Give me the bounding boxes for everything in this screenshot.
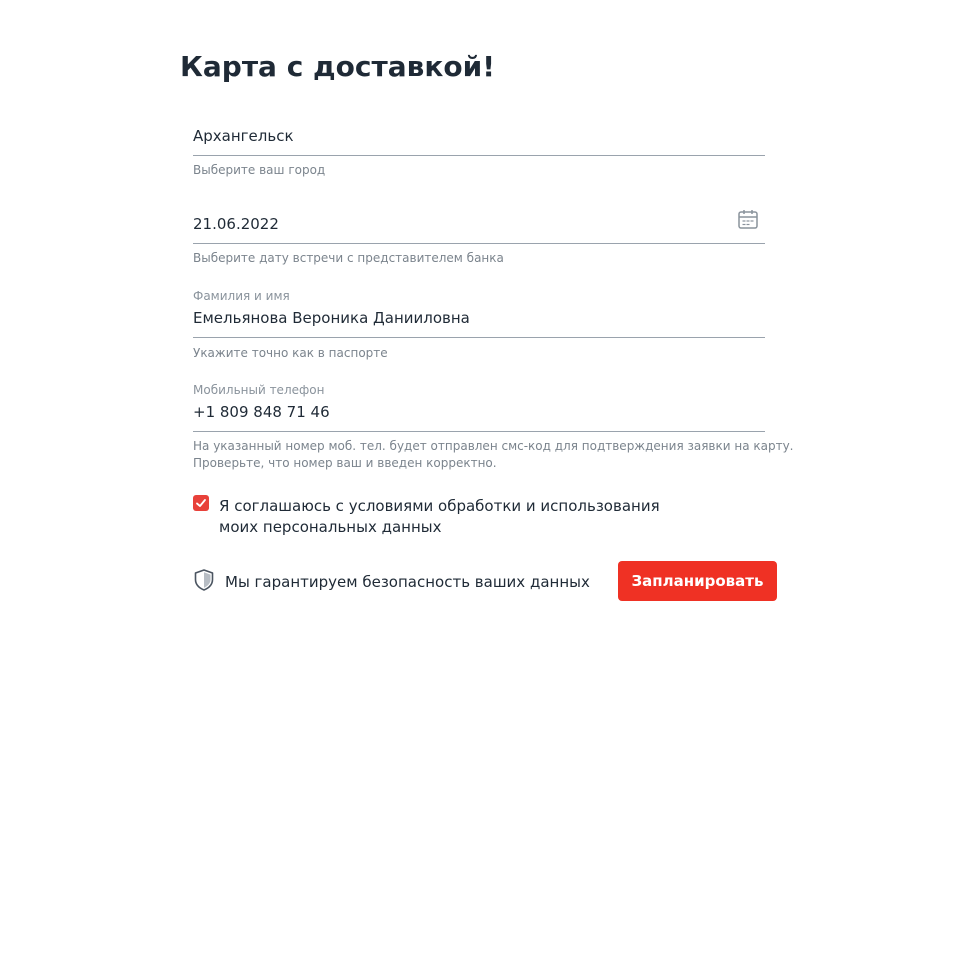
consent-label[interactable]: Я соглашаюсь с условиями обработки и исп… — [219, 496, 693, 538]
shield-icon — [193, 568, 215, 596]
date-value: 21.06.2022 — [193, 215, 279, 233]
phone-hint-line-2: Проверьте, что номер ваш и введен коррек… — [193, 456, 497, 470]
security-note: Мы гарантируем безопасность ваших данных — [193, 568, 590, 596]
name-hint: Укажите точно как в паспорте — [193, 346, 388, 360]
phone-label: Мобильный телефон — [193, 383, 325, 397]
name-field[interactable]: Фамилия и имя Емельянова Вероника Даниил… — [193, 289, 765, 338]
phone-hint-line-1: На указанный номер моб. тел. будет отпра… — [193, 439, 794, 453]
checkmark-icon — [196, 499, 206, 507]
phone-hint: На указанный номер моб. тел. будет отпра… — [193, 438, 794, 472]
date-field[interactable]: 21.06.2022 — [193, 202, 765, 244]
schedule-button[interactable]: Запланировать — [618, 561, 777, 601]
phone-value: +1 809 848 71 46 — [193, 403, 330, 421]
city-value: Архангельск — [193, 127, 294, 145]
city-field[interactable]: Архангельск — [193, 114, 765, 156]
city-hint: Выберите ваш город — [193, 163, 326, 177]
calendar-icon[interactable] — [737, 208, 759, 230]
date-hint: Выберите дату встречи с представителем б… — [193, 251, 504, 265]
consent-checkbox[interactable] — [193, 495, 209, 511]
name-label: Фамилия и имя — [193, 289, 290, 303]
phone-field[interactable]: Мобильный телефон +1 809 848 71 46 — [193, 383, 765, 432]
page-title: Карта с доставкой! — [180, 50, 495, 83]
security-text: Мы гарантируем безопасность ваших данных — [225, 573, 590, 591]
name-value: Емельянова Вероника Данииловна — [193, 309, 470, 327]
